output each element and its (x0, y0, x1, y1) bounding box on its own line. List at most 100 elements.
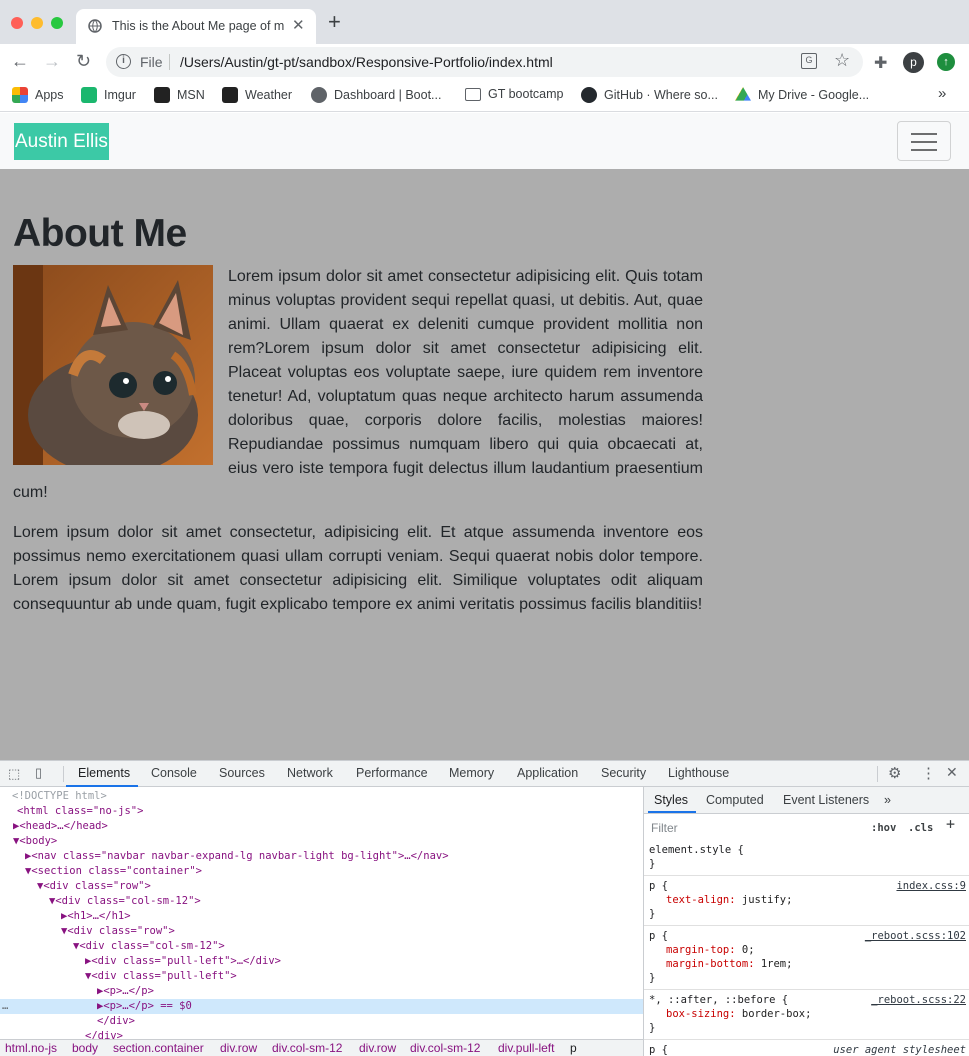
profile-avatar[interactable]: p (903, 52, 924, 73)
devtools-tab-console[interactable]: Console (151, 766, 197, 780)
dom-node[interactable]: ▼<body> (0, 834, 643, 849)
bookmark-weather[interactable]: Weather (222, 87, 292, 103)
breadcrumb-item-current[interactable]: p (570, 1041, 577, 1055)
style-rule[interactable]: _reboot.scss:22 *, ::after, ::before { b… (644, 993, 969, 1040)
dom-node[interactable]: ▶<head>…</head> (0, 819, 643, 834)
breadcrumb-item[interactable]: div.pull-left (498, 1041, 554, 1055)
extensions-puzzle-icon[interactable]: ✚ (874, 53, 887, 73)
styles-tab[interactable]: Styles (654, 793, 688, 807)
weather-icon (222, 87, 238, 103)
omnibox-divider (169, 54, 170, 70)
rule-source-link[interactable]: _reboot.scss:102 (865, 929, 966, 943)
dom-node[interactable]: ▶<p>…</p> (0, 984, 643, 999)
style-rule[interactable]: user agent stylesheet p { (644, 1043, 969, 1056)
dom-line-text: <html class="no-js"> (17, 805, 144, 817)
dom-node[interactable]: ▼<div class="pull-left"> (0, 969, 643, 984)
new-tab-button[interactable]: + (328, 11, 341, 33)
close-tab-icon[interactable]: ✕ (292, 16, 305, 34)
kitten-photo (13, 265, 213, 465)
breadcrumb-item[interactable]: div.row (220, 1041, 257, 1055)
devtools-tab-application[interactable]: Application (517, 766, 578, 780)
dom-line-text: ▼<div class="row"> (61, 925, 175, 937)
rule-source-link[interactable]: _reboot.scss:22 (871, 993, 966, 1007)
hamburger-bar (911, 141, 937, 143)
update-arrow-icon[interactable]: ↑ (937, 53, 955, 71)
bookmark-star-icon[interactable]: ☆ (834, 50, 850, 71)
bookmark-gt-bootcamp[interactable]: GT bootcamp (465, 87, 564, 101)
devtools-tab-performance[interactable]: Performance (356, 766, 428, 780)
dom-node[interactable]: ▼<div class="row"> (0, 924, 643, 939)
breadcrumb-item[interactable]: body (72, 1041, 98, 1055)
browser-tab[interactable]: This is the About Me page of my portfoli… (76, 9, 316, 44)
navbar-toggler-button[interactable] (897, 121, 951, 161)
devtools-tab-elements[interactable]: Elements (78, 766, 130, 780)
dom-node[interactable]: </div> (0, 1029, 643, 1039)
style-rule[interactable]: index.css:9 p { text-align: justify; } (644, 879, 969, 926)
address-bar[interactable]: i File /Users/Austin/gt-pt/sandbox/Respo… (106, 47, 863, 77)
class-toggle[interactable]: .cls (908, 821, 933, 835)
translate-icon[interactable]: G (801, 53, 817, 69)
devtools-tab-memory[interactable]: Memory (449, 766, 494, 780)
breadcrumb-item[interactable]: div.row (359, 1041, 396, 1055)
dom-node[interactable]: ▼<div class="row"> (0, 879, 643, 894)
info-icon[interactable]: i (116, 54, 131, 69)
reload-icon[interactable]: ↻ (76, 52, 91, 70)
bookmark-my-drive[interactable]: My Drive - Google... (735, 87, 869, 103)
bookmark-apps[interactable]: Apps (12, 87, 64, 103)
dom-node[interactable]: ▶<nav class="navbar navbar-expand-lg nav… (0, 849, 643, 864)
dom-node[interactable]: </div> (0, 1014, 643, 1029)
dom-node[interactable]: <html class="no-js"> (0, 804, 643, 819)
breadcrumb-item[interactable]: div.col-sm-12 (272, 1041, 342, 1055)
style-declaration[interactable]: margin-top: 0; (649, 943, 969, 957)
rule-close: } (649, 908, 656, 920)
bookmark-imgur[interactable]: Imgur (81, 87, 136, 103)
navbar-brand[interactable]: Austin Ellis (14, 123, 109, 160)
hover-state-toggle[interactable]: :hov (871, 821, 896, 835)
event-listeners-tab[interactable]: Event Listeners (783, 793, 869, 807)
devtools-tab-network[interactable]: Network (287, 766, 333, 780)
url-text[interactable]: /Users/Austin/gt-pt/sandbox/Responsive-P… (180, 54, 553, 70)
dom-node[interactable]: ▼<section class="container"> (0, 864, 643, 879)
rule-close: } (649, 1022, 656, 1034)
minimize-window-button[interactable] (31, 17, 43, 29)
close-window-button[interactable] (11, 17, 23, 29)
style-declaration[interactable]: box-sizing: border-box; (649, 1007, 969, 1021)
property-name: text-align (666, 894, 730, 906)
styles-filter-input[interactable]: Filter (648, 819, 860, 837)
rule-source-link[interactable]: index.css:9 (896, 879, 966, 893)
breadcrumb-item[interactable]: div.col-sm-12 (410, 1041, 480, 1055)
settings-gear-icon[interactable]: ⚙ (888, 764, 901, 782)
dom-node[interactable]: ▼<div class="col-sm-12"> (0, 894, 643, 909)
dom-line-text: </div> (85, 1030, 123, 1039)
dom-node[interactable]: ▼<div class="col-sm-12"> (0, 939, 643, 954)
computed-tab[interactable]: Computed (706, 793, 764, 807)
devtools-tab-lighthouse[interactable]: Lighthouse (668, 766, 729, 780)
more-tabs-icon[interactable]: » (884, 793, 891, 807)
bookmark-github[interactable]: GitHub · Where so... (581, 87, 718, 103)
maximize-window-button[interactable] (51, 17, 63, 29)
style-declaration[interactable]: margin-bottom: 1rem; (649, 957, 969, 971)
close-devtools-icon[interactable]: ✕ (946, 764, 958, 781)
style-declaration[interactable]: text-align: justify; (649, 893, 969, 907)
back-arrow-icon[interactable]: ← (11, 52, 29, 70)
dom-node[interactable]: ▶<div class="pull-left">…</div> (0, 954, 643, 969)
breadcrumb-item[interactable]: html.no-js (5, 1041, 57, 1055)
forward-arrow-icon[interactable]: → (43, 52, 61, 70)
more-options-icon[interactable]: ⋮ (921, 764, 936, 782)
devtools-tab-sources[interactable]: Sources (219, 766, 265, 780)
property-name: margin-top (666, 944, 730, 956)
bookmark-dashboard[interactable]: Dashboard | Boot... (311, 87, 441, 103)
add-rule-icon[interactable]: + (946, 817, 955, 832)
device-toolbar-icon[interactable]: ▯ (35, 765, 42, 781)
style-rule[interactable]: element.style { } (644, 843, 969, 876)
devtools-toolbar: ⬚ ▯ Elements Console Sources Network Per… (0, 760, 969, 787)
bookmark-msn[interactable]: MSN (154, 87, 205, 103)
devtools-tab-security[interactable]: Security (601, 766, 646, 780)
inspect-element-icon[interactable]: ⬚ (8, 766, 20, 782)
bookmarks-overflow-icon[interactable]: » (938, 85, 946, 102)
dom-node[interactable]: <!DOCTYPE html> (0, 789, 643, 804)
dom-node-selected[interactable]: … ▶<p>…</p> == $0 (0, 999, 643, 1014)
breadcrumb-item[interactable]: section.container (113, 1041, 204, 1055)
dom-node[interactable]: ▶<h1>…</h1> (0, 909, 643, 924)
style-rule[interactable]: _reboot.scss:102 p { margin-top: 0; marg… (644, 929, 969, 990)
